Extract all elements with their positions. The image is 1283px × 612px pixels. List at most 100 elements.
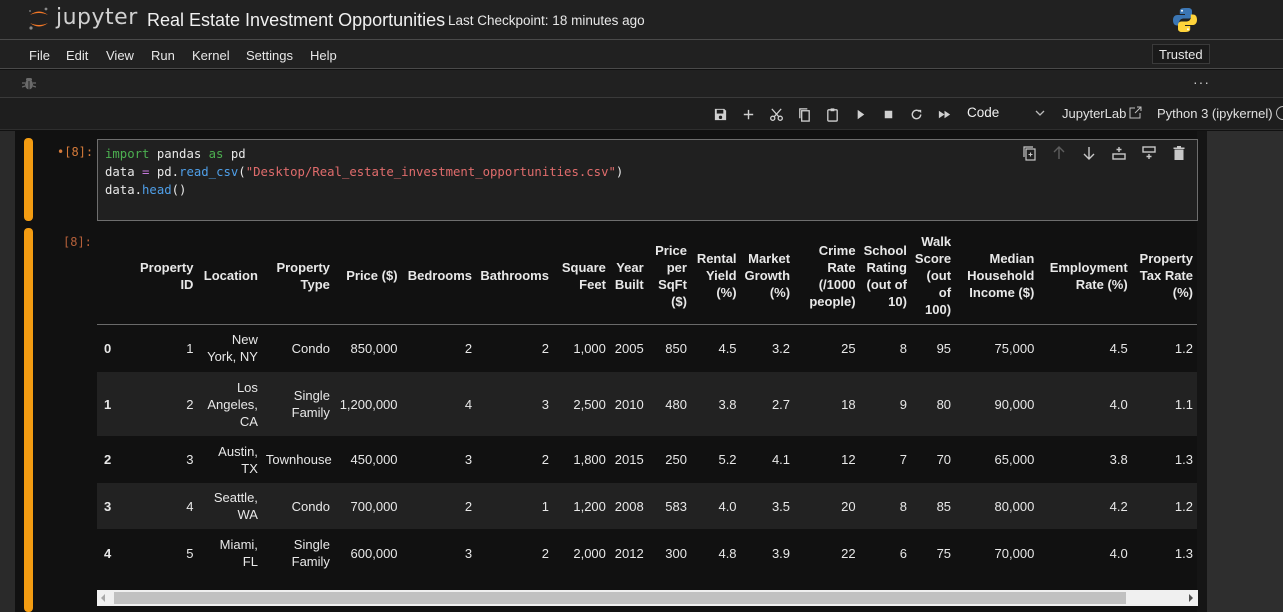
paste-icon[interactable]	[823, 105, 841, 123]
table-cell: 850,000	[350, 340, 398, 356]
table-cell: 2	[541, 452, 549, 467]
menu-help[interactable]: Help	[310, 48, 337, 63]
jupyter-logo-icon[interactable]	[27, 6, 51, 32]
insert-below-icon[interactable]	[1141, 145, 1159, 163]
insert-above-icon[interactable]	[1111, 145, 1129, 163]
code-token: read_csv	[179, 165, 239, 179]
menu-run[interactable]: Run	[151, 48, 175, 63]
kernel-name-button[interactable]: Python 3 (ipykernel)	[1157, 106, 1273, 121]
chevron-down-icon[interactable]	[1034, 106, 1046, 120]
table-cell: 2	[464, 340, 473, 356]
table-cell: 3	[186, 452, 194, 467]
notebook-title[interactable]: Real Estate Investment Opportunities	[147, 10, 445, 31]
input-prompt: •[8]:	[57, 145, 94, 159]
open-jupyterlab-link[interactable]: JupyterLab	[1062, 106, 1126, 121]
table-cell: Single Family	[291, 388, 330, 420]
table-cell: 2,500	[573, 396, 606, 412]
python-logo-icon	[1173, 8, 1197, 32]
code-line-2: data = pd.read_csv("Desktop/Real_estate_…	[105, 165, 624, 179]
code-token: =	[142, 165, 150, 179]
table-cell: 1	[541, 498, 549, 514]
column-header: Crime Rate (/1000 people)	[794, 228, 860, 325]
table-cell: 3	[464, 545, 473, 561]
column-header: Rental Yield (%)	[690, 228, 741, 325]
table-cell: 600,000	[350, 545, 398, 561]
menu-edit[interactable]: Edit	[66, 48, 88, 63]
table-cell: 4.8	[718, 545, 737, 561]
table-cell: 1.3	[1174, 545, 1193, 561]
cut-icon[interactable]	[767, 105, 785, 123]
table-cell: 2	[541, 545, 549, 561]
delete-icon[interactable]	[1171, 145, 1189, 163]
table-cell: 1.2	[1174, 498, 1193, 514]
menu-settings[interactable]: Settings	[246, 48, 293, 63]
table-cell: 2008	[614, 498, 644, 514]
last-checkpoint: Last Checkpoint: 18 minutes ago	[448, 13, 645, 28]
code-content[interactable]: import pandas as pd data = pd.read_csv("…	[105, 145, 623, 199]
stop-icon[interactable]	[879, 105, 897, 123]
table-cell: 3	[541, 396, 549, 412]
external-link-icon[interactable]	[1129, 106, 1142, 119]
scroll-left-arrow-icon[interactable]	[101, 594, 105, 602]
code-token: as	[208, 147, 224, 161]
table-cell: 12	[841, 452, 856, 467]
menu-view[interactable]: View	[106, 48, 134, 63]
active-cell-input-collapser[interactable]	[24, 138, 33, 221]
row-index: 4	[104, 545, 112, 561]
table-body: 0 1 New York, NY Condo 850,000 2 2 1,000 2005 850…	[97, 324, 1197, 577]
table-cell: 2012	[614, 545, 644, 561]
code-token: "Desktop/Real_estate_investment_opportun…	[245, 165, 616, 179]
table-cell: 4.1	[771, 452, 791, 467]
bug-icon[interactable]	[22, 76, 36, 91]
scroll-right-arrow-icon[interactable]	[1189, 594, 1193, 602]
column-header: Bedrooms	[401, 228, 477, 325]
code-line-3: data.head()	[105, 183, 187, 197]
copy-icon[interactable]	[795, 105, 813, 123]
column-header: Employment Rate (%)	[1038, 228, 1132, 325]
column-header: Price ($)	[333, 228, 402, 325]
table-cell: 4.0	[1109, 396, 1128, 412]
table-cell: 2	[186, 396, 194, 412]
column-header: School Rating (out of 10)	[859, 228, 911, 325]
menu-file[interactable]: File	[29, 48, 50, 63]
duplicate-icon[interactable]	[1021, 145, 1039, 163]
column-header: Square Feet	[552, 228, 610, 325]
menu-kernel[interactable]: Kernel	[192, 48, 230, 63]
horizontal-scrollbar[interactable]	[97, 590, 1198, 606]
move-down-icon[interactable]	[1081, 145, 1099, 163]
table-cell: 70,000	[994, 545, 1035, 561]
table-cell: 3.8	[718, 396, 737, 412]
table-cell: 65,000	[994, 452, 1035, 467]
table-cell: 4	[186, 498, 194, 514]
table-cell: 2.7	[771, 396, 791, 412]
add-cell-icon[interactable]	[739, 105, 757, 123]
table-cell: Miami, FL	[219, 537, 258, 569]
column-header: Bathrooms	[476, 228, 553, 325]
jupyter-logo-text: jupyter	[56, 5, 138, 30]
table-row: 1 2 Los Angeles, CA Single Family 1,200,000 4…	[97, 372, 1197, 436]
restart-icon[interactable]	[907, 105, 925, 123]
code-line-1: import pandas as pd	[105, 147, 246, 161]
scrollbar-thumb[interactable]	[114, 592, 1126, 604]
column-header: Property Type	[261, 228, 334, 325]
save-icon[interactable]	[711, 105, 729, 123]
table-cell: 25	[841, 340, 856, 356]
table-cell: 6	[899, 545, 907, 561]
debugger-bar: ···	[0, 70, 1283, 98]
table-cell: 4.2	[1109, 498, 1128, 514]
move-up-icon[interactable]	[1051, 145, 1069, 163]
code-editor[interactable]: import pandas as pd data = pd.read_csv("…	[97, 139, 1198, 221]
table-cell: Single Family	[291, 537, 330, 569]
table-cell: Austin, TX	[218, 443, 258, 476]
trusted-badge[interactable]: Trusted	[1152, 44, 1210, 64]
more-options-button[interactable]: ···	[1193, 74, 1210, 90]
row-index: 1	[104, 396, 112, 412]
run-all-icon[interactable]	[935, 105, 953, 123]
active-cell-output-collapser[interactable]	[24, 228, 33, 612]
table-cell: 2	[541, 340, 549, 356]
table-cell: Condo	[291, 340, 330, 356]
cell-type-select[interactable]: Code	[967, 105, 999, 120]
table-cell: 850	[665, 340, 687, 356]
run-icon[interactable]	[851, 105, 869, 123]
table-cell: New York, NY	[207, 332, 258, 365]
